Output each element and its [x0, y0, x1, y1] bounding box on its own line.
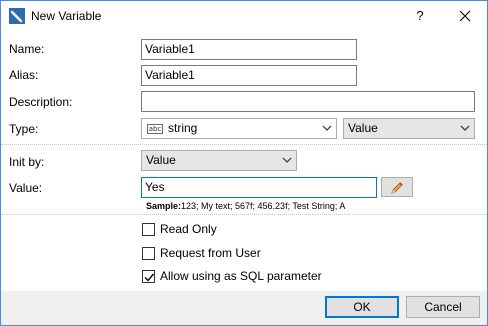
type-mode-value: Value — [348, 121, 378, 135]
value-label: Value: — [9, 181, 43, 195]
close-button[interactable] — [449, 4, 481, 28]
request-from-user-label: Request from User — [160, 246, 261, 260]
window-title: New Variable — [31, 9, 102, 23]
alias-label: Alias: — [9, 68, 39, 82]
type-label: Type: — [9, 122, 39, 136]
sample-label: Sample: — [146, 201, 182, 211]
name-label: Name: — [9, 42, 45, 56]
ok-button[interactable]: OK — [325, 296, 399, 318]
allow-sql-parameter-checkbox[interactable] — [142, 270, 155, 283]
new-variable-dialog: New Variable ? Name: Variable1 Alias: Va… — [0, 0, 488, 326]
allow-sql-parameter-label: Allow using as SQL parameter — [160, 269, 322, 283]
read-only-checkbox[interactable] — [142, 223, 155, 236]
checkmark-icon — [144, 273, 155, 282]
title-bar: New Variable ? — [1, 1, 487, 31]
chevron-down-icon — [460, 125, 470, 131]
init-by-label: Init by: — [9, 155, 45, 169]
init-by-combo[interactable]: Value — [141, 150, 297, 171]
description-input[interactable] — [141, 91, 475, 112]
close-icon — [459, 10, 471, 22]
type-combo-value: string — [168, 121, 198, 135]
abc-string-icon: abc — [147, 124, 163, 134]
section-divider — [1, 214, 487, 215]
variable-icon — [9, 8, 25, 24]
type-mode-combo[interactable]: Value — [343, 118, 475, 139]
type-combo[interactable]: string — [141, 118, 337, 139]
help-button[interactable]: ? — [406, 4, 434, 28]
read-only-label: Read Only — [160, 222, 217, 236]
alias-input[interactable]: Variable1 — [141, 65, 357, 86]
chevron-down-icon — [322, 125, 332, 131]
section-divider — [1, 144, 487, 145]
request-from-user-checkbox[interactable] — [142, 247, 155, 260]
description-label: Description: — [9, 95, 73, 109]
init-by-value: Value — [146, 153, 176, 167]
pencil-icon — [391, 182, 403, 194]
edit-value-button[interactable] — [381, 177, 413, 197]
sample-value: 123; My text; 567f; 456.23f; Test String… — [181, 201, 346, 211]
dialog-footer: OK Cancel — [1, 291, 487, 325]
value-input[interactable]: Yes — [141, 177, 377, 198]
cancel-button[interactable]: Cancel — [406, 296, 480, 318]
name-input[interactable]: Variable1 — [141, 39, 357, 60]
chevron-down-icon — [282, 157, 292, 163]
